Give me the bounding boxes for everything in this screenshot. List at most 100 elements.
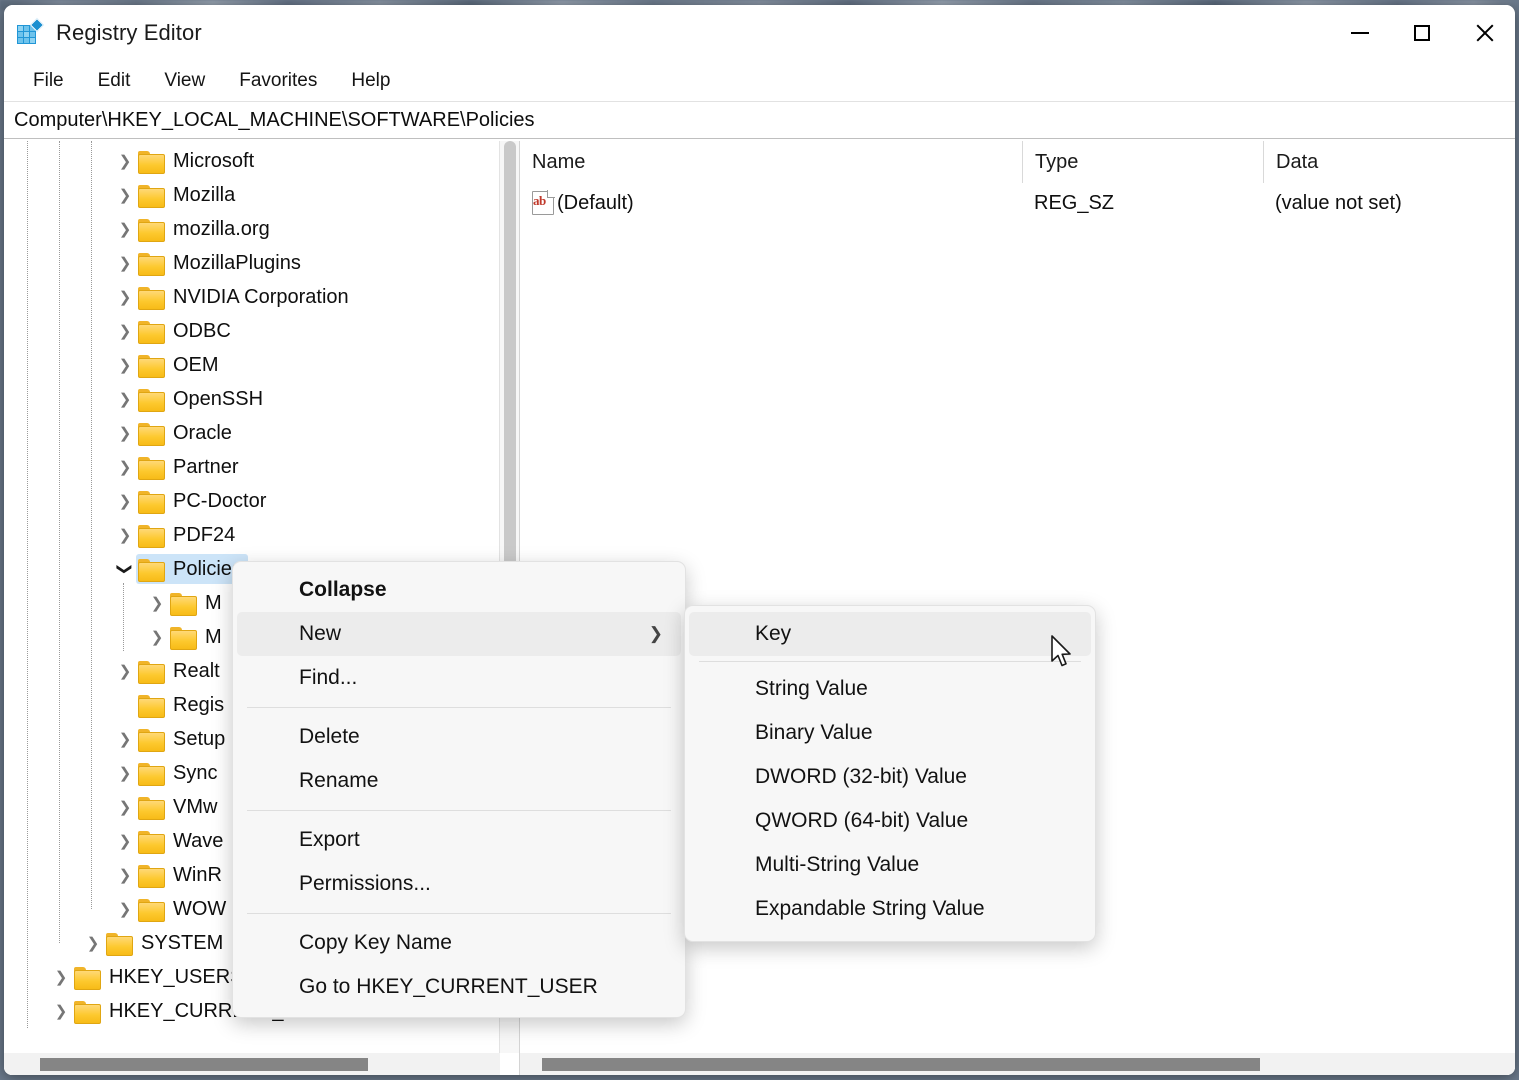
menu-file[interactable]: File (20, 66, 77, 96)
chevron-right-icon[interactable]: ❯ (50, 994, 72, 1028)
context-menu-item-new[interactable]: New❯ (237, 612, 681, 656)
new-submenu: Key String ValueBinary ValueDWORD (32-bit… (684, 605, 1096, 942)
address-bar[interactable]: Computer\HKEY_LOCAL_MACHINE\SOFTWARE\Pol… (4, 101, 1515, 139)
context-menu-item-permissions[interactable]: Permissions... (237, 862, 681, 906)
value-data-cell: (value not set) (1263, 192, 1515, 215)
new-submenu-item-label: Expandable String Value (755, 897, 985, 921)
chevron-right-icon[interactable]: ❯ (114, 858, 136, 892)
new-submenu-item-label: Key (755, 622, 791, 646)
chevron-right-icon[interactable]: ❯ (82, 926, 104, 960)
chevron-right-icon[interactable]: ❯ (50, 960, 72, 994)
menu-bar: File Edit View Favorites Help (4, 61, 1515, 101)
context-menu-separator (247, 913, 671, 914)
tree-item-content: HKEY_USERS (72, 962, 250, 992)
tree-item-content: Regis (136, 690, 230, 720)
chevron-right-icon[interactable]: ❯ (114, 178, 136, 212)
list-horizontal-scrollbar[interactable] (520, 1053, 1515, 1075)
list-hscroll-thumb[interactable] (542, 1058, 1260, 1071)
value-type-cell: REG_SZ (1022, 192, 1263, 215)
chevron-right-icon[interactable]: ❯ (114, 144, 136, 178)
tree-item-mozilla-org[interactable]: ❯mozilla.org (4, 212, 482, 246)
tree-horizontal-scrollbar[interactable] (4, 1053, 500, 1075)
folder-icon (138, 151, 164, 172)
column-header-name[interactable]: Name (520, 141, 1022, 183)
menu-help[interactable]: Help (338, 66, 403, 96)
tree-item-content: SYSTEM (104, 928, 229, 958)
minimize-icon (1351, 32, 1369, 34)
tree-guide-line (59, 141, 60, 943)
tree-item-microsoft[interactable]: ❯ Microsoft (4, 144, 482, 178)
minimize-button[interactable] (1329, 5, 1391, 61)
tree-item-openssh[interactable]: ❯OpenSSH (4, 382, 482, 416)
chevron-right-icon[interactable]: ❯ (114, 518, 136, 552)
chevron-right-icon[interactable]: ❯ (114, 892, 136, 926)
tree-guide-line (123, 583, 124, 651)
tree-item-content: Setup (136, 724, 231, 754)
new-submenu-item-qword-64-bit-value[interactable]: QWORD (64-bit) Value (689, 799, 1091, 843)
tree-item-nvidia-corporation[interactable]: ❯NVIDIA Corporation (4, 280, 482, 314)
chevron-right-icon[interactable]: ❯ (114, 280, 136, 314)
chevron-down-icon[interactable]: ❯ (108, 558, 142, 580)
string-value-icon: ab (532, 191, 554, 215)
close-button[interactable] (1453, 5, 1515, 61)
value-name: (Default) (557, 192, 634, 215)
new-submenu-item-multi-string-value[interactable]: Multi-String Value (689, 843, 1091, 887)
tree-item-content: WinR (136, 860, 228, 890)
tree-item-odbc[interactable]: ❯ODBC (4, 314, 482, 348)
chevron-right-icon[interactable]: ❯ (146, 620, 168, 654)
tree-item-label: M (205, 593, 222, 613)
context-menu-item-rename[interactable]: Rename (237, 759, 681, 803)
tree-item-pc-doctor[interactable]: ❯PC-Doctor (4, 484, 482, 518)
chevron-right-icon[interactable]: ❯ (114, 450, 136, 484)
context-menu-item-label: Delete (299, 725, 360, 749)
menu-favorites[interactable]: Favorites (226, 66, 330, 96)
chevron-right-icon[interactable]: ❯ (114, 382, 136, 416)
folder-icon (138, 797, 164, 818)
tree-item-pdf24[interactable]: ❯PDF24 (4, 518, 482, 552)
chevron-right-icon[interactable]: ❯ (114, 416, 136, 450)
chevron-right-icon[interactable]: ❯ (114, 790, 136, 824)
maximize-button[interactable] (1391, 5, 1453, 61)
chevron-right-icon[interactable]: ❯ (114, 722, 136, 756)
tree-item-label: Microsoft (173, 151, 254, 171)
context-menu-item-copy-key-name[interactable]: Copy Key Name (237, 921, 681, 965)
context-menu-item-delete[interactable]: Delete (237, 715, 681, 759)
tree-item-label: Wave (173, 831, 223, 851)
tree-item-mozillaplugins[interactable]: ❯MozillaPlugins (4, 246, 482, 280)
folder-icon (138, 423, 164, 444)
new-submenu-item-binary-value[interactable]: Binary Value (689, 711, 1091, 755)
folder-icon (138, 457, 164, 478)
tree-item-content: Partner (136, 452, 245, 482)
tree-item-partner[interactable]: ❯Partner (4, 450, 482, 484)
context-menu-item-collapse[interactable]: Collapse (237, 568, 681, 612)
new-submenu-item-string-value[interactable]: String Value (689, 667, 1091, 711)
chevron-right-icon[interactable]: ❯ (146, 586, 168, 620)
tree-item-label: Setup (173, 729, 225, 749)
chevron-right-icon[interactable]: ❯ (114, 212, 136, 246)
context-menu-item-go-to-hkey-current-user[interactable]: Go to HKEY_CURRENT_USER (237, 965, 681, 1009)
chevron-right-icon[interactable]: ❯ (114, 314, 136, 348)
folder-icon (138, 185, 164, 206)
table-row[interactable]: ab (Default) REG_SZ (value not set) (520, 183, 1515, 223)
new-submenu-item-expandable-string-value[interactable]: Expandable String Value (689, 887, 1091, 931)
menu-edit[interactable]: Edit (85, 66, 144, 96)
column-header-type[interactable]: Type (1022, 141, 1263, 183)
context-menu-item-export[interactable]: Export (237, 818, 681, 862)
chevron-right-icon[interactable]: ❯ (114, 484, 136, 518)
new-submenu-item-key[interactable]: Key (689, 612, 1091, 656)
chevron-right-icon[interactable]: ❯ (114, 824, 136, 858)
column-header-data[interactable]: Data (1263, 141, 1515, 183)
chevron-right-icon[interactable]: ❯ (114, 348, 136, 382)
new-submenu-item-dword-32-bit-value[interactable]: DWORD (32-bit) Value (689, 755, 1091, 799)
menu-view[interactable]: View (151, 66, 218, 96)
tree-hscroll-thumb[interactable] (40, 1058, 368, 1071)
chevron-right-icon[interactable]: ❯ (114, 756, 136, 790)
context-menu-item-find[interactable]: Find... (237, 656, 681, 700)
context-menu-item-label: Find... (299, 666, 357, 690)
chevron-right-icon[interactable]: ❯ (114, 654, 136, 688)
chevron-right-icon[interactable]: ❯ (114, 246, 136, 280)
tree-item-oracle[interactable]: ❯Oracle (4, 416, 482, 450)
tree-item-oem[interactable]: ❯OEM (4, 348, 482, 382)
tree-item-mozilla[interactable]: ❯Mozilla (4, 178, 482, 212)
column-label-data: Data (1276, 151, 1318, 174)
